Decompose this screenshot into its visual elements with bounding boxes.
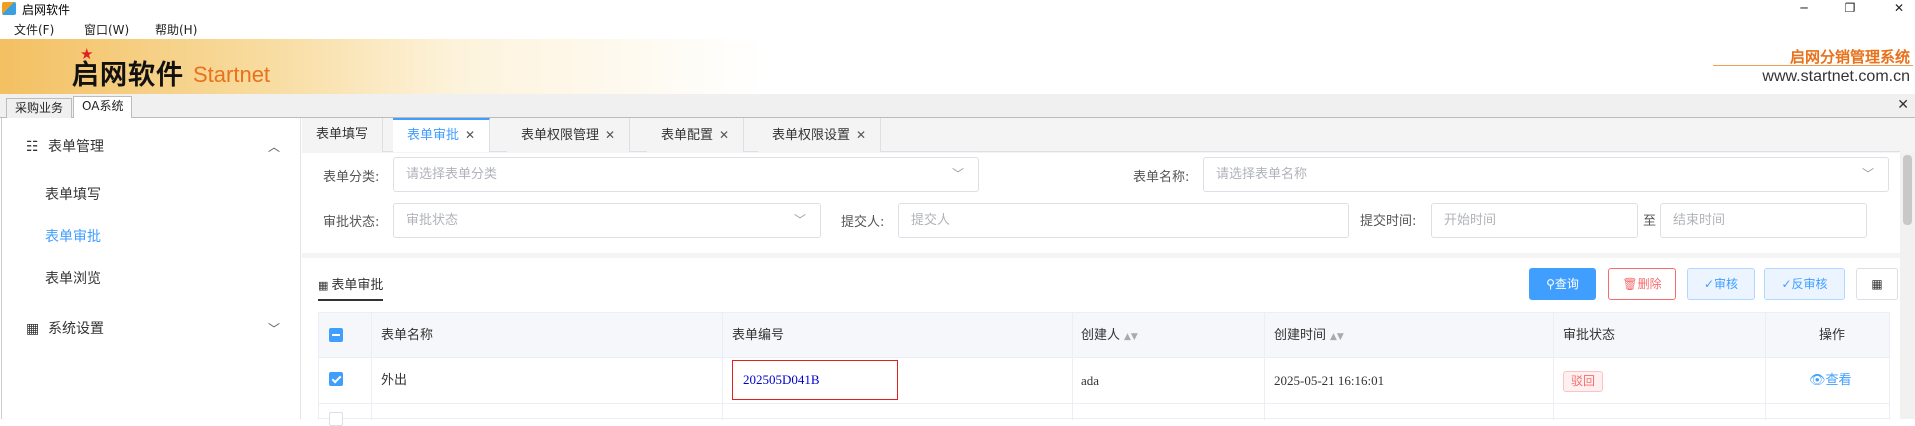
module-tab-purchase[interactable]: 采购业务 xyxy=(6,98,73,118)
sidebar-item-form-approval[interactable]: 表单审批 xyxy=(45,226,101,246)
form-name-label: 表单名称: xyxy=(1133,170,1190,185)
trash-icon: 🗑 xyxy=(1622,277,1638,291)
query-button[interactable]: ⚲查询 xyxy=(1529,268,1596,300)
submitter-input[interactable]: 提交人 xyxy=(898,203,1349,238)
sliders-icon: ☷ xyxy=(26,139,39,155)
close-module-icon[interactable]: ✕ xyxy=(1897,97,1909,113)
close-icon[interactable]: ✕ xyxy=(719,128,729,142)
chevron-down-icon[interactable]: ﹀ xyxy=(268,320,280,337)
app-banner xyxy=(0,39,1915,94)
sidebar-group-system-settings[interactable]: ▦ 系统设置 xyxy=(26,318,104,338)
minimize-icon[interactable]: ─ xyxy=(1794,0,1814,17)
vertical-scrollbar[interactable] xyxy=(1900,153,1915,419)
window-titlebar: 启网软件 ─ ❐ ✕ xyxy=(0,0,1915,17)
form-name-select[interactable]: 请选择表单名称 ﹀ xyxy=(1203,157,1889,192)
window-title: 启网软件 xyxy=(22,3,71,17)
status-badge: 驳回 xyxy=(1563,371,1604,392)
restore-icon[interactable]: ❐ xyxy=(1840,0,1860,17)
column-header-form-name: 表单名称 xyxy=(381,328,434,343)
chevron-down-icon: ﹀ xyxy=(1861,167,1874,181)
select-all-checkbox[interactable] xyxy=(329,328,343,342)
sidebar-item-form-browse[interactable]: 表单浏览 xyxy=(45,268,101,288)
delete-button[interactable]: 🗑删除 xyxy=(1608,268,1676,300)
brand-logo-cn: 启网软件 xyxy=(72,60,184,91)
sidebar-item-form-fill[interactable]: 表单填写 xyxy=(45,184,101,204)
sidebar-group-form-management[interactable]: ☷ 表单管理 xyxy=(26,136,104,156)
scrollbar-thumb[interactable] xyxy=(1903,155,1912,225)
column-header-created-time[interactable]: 创建时间 ▲▼ xyxy=(1274,313,1344,358)
table-header: 表单名称 表单编号 创建人 ▲▼ 创建时间 ▲▼ 审批状态 操作 xyxy=(319,313,1889,358)
tab-form-config[interactable]: 表单配置 ✕ xyxy=(647,118,745,152)
system-name: 启网分销管理系统 xyxy=(1789,48,1910,66)
grid-icon: ▦ xyxy=(26,321,40,337)
approval-table: 表单名称 表单编号 创建人 ▲▼ 创建时间 ▲▼ 审批状态 操作 外出 202505… xyxy=(318,312,1890,426)
column-header-form-code: 表单编号 xyxy=(732,328,785,343)
category-select[interactable]: 请选择表单分类 ﹀ xyxy=(393,157,979,192)
table-row[interactable]: 外出 202505D041B ada 2025-05-21 16:16:01 驳… xyxy=(319,358,1889,404)
cell-form-name: 外出 xyxy=(381,373,408,388)
end-time-input[interactable]: 结束时间 xyxy=(1660,203,1867,238)
menu-window[interactable]: 窗口(W) xyxy=(84,21,129,38)
filter-panel: 表单分类: 请选择表单分类 ﹀ 表单名称: 请选择表单名称 ﹀ 审批状态: 审批状态… xyxy=(302,153,1900,253)
sort-icon[interactable]: ▲▼ xyxy=(1330,332,1344,342)
approval-panel: ▦ 表单审批 ⚲查询 🗑删除 ✓审核 ✓反审核 ▦ 表单名称 表单编号 创建人 ▲▼… xyxy=(302,258,1900,426)
cell-created-time: 2025-05-21 16:16:01 xyxy=(1274,373,1385,388)
module-tab-oa[interactable]: OA系统 xyxy=(73,96,133,119)
check-icon: ✓ xyxy=(1703,277,1715,291)
sidebar-group-label: 表单管理 xyxy=(48,139,104,155)
main-content: 表单填写 表单审批 ✕ 表单权限管理 ✕ 表单配置 ✕ 表单权限设置 ✕ 表单分类: 请… xyxy=(302,118,1915,426)
eye-icon: 👁 xyxy=(1809,373,1826,388)
menu-bar: 文件(F) 窗口(W) 帮助(H) xyxy=(0,17,1915,39)
start-time-input[interactable]: 开始时间 xyxy=(1431,203,1638,238)
tab-form-fill[interactable]: 表单填写 xyxy=(302,118,384,152)
submit-time-label: 提交时间: xyxy=(1360,214,1417,229)
close-window-icon[interactable]: ✕ xyxy=(1889,0,1909,17)
tab-form-permission-management[interactable]: 表单权限管理 ✕ xyxy=(507,118,631,152)
menu-file[interactable]: 文件(F) xyxy=(14,21,54,38)
status-select[interactable]: 审批状态 ﹀ xyxy=(393,203,821,238)
column-header-actions: 操作 xyxy=(1819,328,1846,343)
panel-title: ▦ 表单审批 xyxy=(318,274,384,301)
menu-help[interactable]: 帮助(H) xyxy=(155,21,197,38)
column-header-status: 审批状态 xyxy=(1563,328,1616,343)
search-icon: ⚲ xyxy=(1546,277,1555,291)
app-icon xyxy=(2,2,16,15)
sidebar: ☷ 表单管理 ︿ 表单填写 表单审批 表单浏览 ▦ 系统设置 ﹀ xyxy=(1,118,301,419)
page-tab-bar: 表单填写 表单审批 ✕ 表单权限管理 ✕ 表单配置 ✕ 表单权限设置 ✕ xyxy=(302,118,1900,152)
audit-button[interactable]: ✓审核 xyxy=(1687,268,1755,300)
sidebar-group-label: 系统设置 xyxy=(48,321,104,337)
form-code-highlight: 202505D041B xyxy=(732,360,898,400)
column-settings-button[interactable]: ▦ xyxy=(1856,268,1898,300)
unaudit-button[interactable]: ✓反审核 xyxy=(1764,268,1845,300)
grid-icon: ▦ xyxy=(318,279,329,292)
close-icon[interactable]: ✕ xyxy=(465,128,475,142)
grid-icon: ▦ xyxy=(1871,277,1883,291)
tab-form-approval[interactable]: 表单审批 ✕ xyxy=(393,118,491,152)
column-header-creator[interactable]: 创建人 ▲▼ xyxy=(1081,313,1138,358)
cell-creator: ada xyxy=(1081,373,1100,388)
check-icon: ✓ xyxy=(1781,277,1792,291)
brand-logo-en: Startnet xyxy=(193,62,271,87)
chevron-down-icon: ﹀ xyxy=(793,213,806,227)
category-label: 表单分类: xyxy=(323,170,380,185)
sort-icon[interactable]: ▲▼ xyxy=(1124,332,1138,342)
submitter-label: 提交人: xyxy=(841,215,885,230)
view-link[interactable]: 👁查看 xyxy=(1809,358,1852,404)
chevron-down-icon: ﹀ xyxy=(951,167,964,181)
table-row[interactable] xyxy=(319,404,1889,426)
module-tab-strip: 采购业务 OA系统 xyxy=(0,94,1915,119)
range-separator: 至 xyxy=(1643,214,1657,229)
tab-form-permission-settings[interactable]: 表单权限设置 ✕ xyxy=(758,118,882,152)
chevron-up-icon[interactable]: ︿ xyxy=(268,138,280,155)
status-label: 审批状态: xyxy=(323,215,380,230)
row-checkbox[interactable] xyxy=(329,372,343,386)
close-icon[interactable]: ✕ xyxy=(605,128,615,142)
row-checkbox[interactable] xyxy=(329,412,343,426)
close-icon[interactable]: ✕ xyxy=(856,128,866,142)
cell-form-code[interactable]: 202505D041B xyxy=(743,361,820,399)
company-url: www.startnet.com.cn xyxy=(1762,68,1910,85)
